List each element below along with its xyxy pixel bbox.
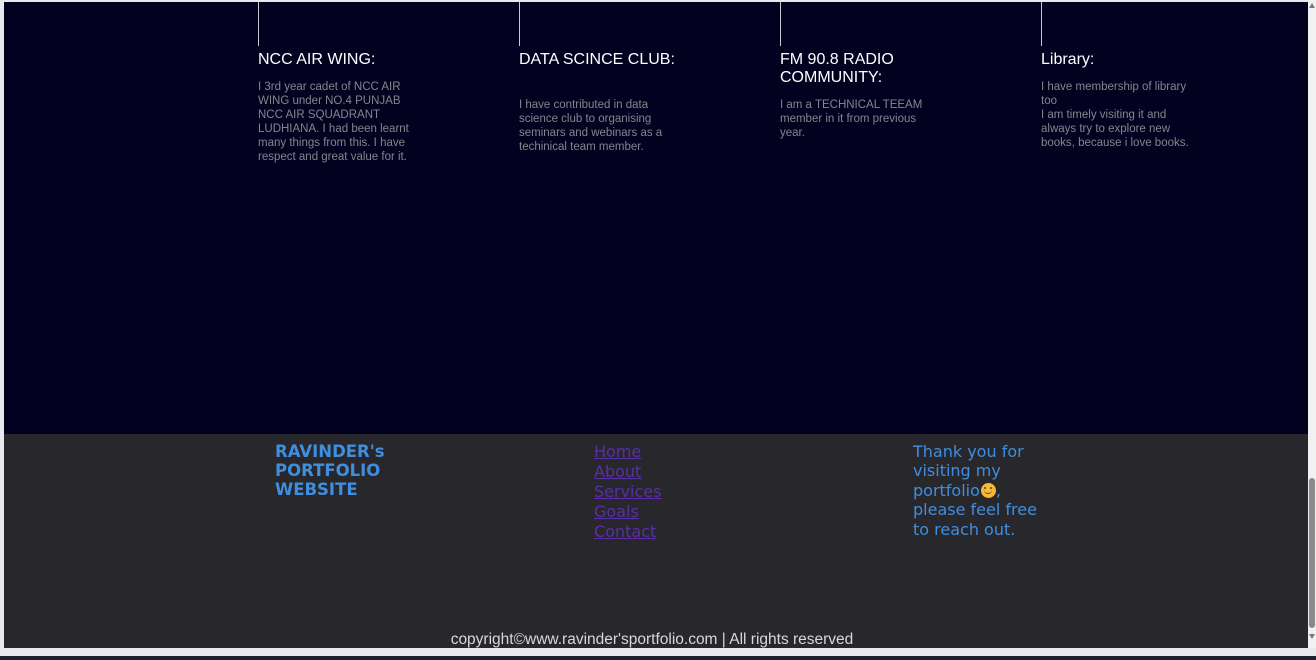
scrollbar-thumb[interactable] <box>1309 478 1315 628</box>
footer-brand: RAVINDER's PORTFOLIO WEBSITE <box>275 442 385 499</box>
activity-description: I am a TECHNICAL TEEAM member in it from… <box>780 99 923 139</box>
vertical-scrollbar[interactable] <box>1308 0 1316 648</box>
footer-link-contact[interactable]: Contact <box>594 522 656 541</box>
footer-link-about[interactable]: About <box>594 462 641 481</box>
activity-title: Library: <box>1041 51 1095 68</box>
footer-thanks-message: Thank you for visiting my portfolio, ple… <box>913 442 1043 539</box>
footer-nav-item: Contact <box>594 522 661 542</box>
divider-line <box>1041 2 1042 46</box>
copyright-text: copyright©www.ravinder'sportfolio.com | … <box>450 631 854 648</box>
activity-description: I have contributed in data science club … <box>519 99 663 153</box>
footer-nav-item: Home <box>594 442 661 462</box>
divider-line <box>780 2 781 46</box>
activity-title: FM 90.8 RADIO COMMUNITY: <box>780 51 894 86</box>
activity-title: NCC AIR WING: <box>258 51 376 68</box>
footer-link-goals[interactable]: Goals <box>594 502 639 521</box>
scroll-down-arrow-icon[interactable] <box>1309 634 1315 639</box>
footer-link-home[interactable]: Home <box>594 442 641 461</box>
page-viewport: NCC AIR WING: I 3rd year cadet of NCC AI… <box>4 2 1308 648</box>
copyright-notice: copyright©www.ravinder'sportfolio.com | … <box>4 631 1308 648</box>
footer-link-services[interactable]: Services <box>594 482 661 501</box>
smiley-face-icon <box>980 482 996 498</box>
divider-line <box>258 2 259 46</box>
footer-nav-item: Services <box>594 482 661 502</box>
scroll-up-arrow-icon[interactable] <box>1309 3 1315 8</box>
divider-line <box>519 2 520 46</box>
footer-nav-item: About <box>594 462 661 482</box>
activity-description: I 3rd year cadet of NCC AIR WING under N… <box>258 81 409 163</box>
activities-section: NCC AIR WING: I 3rd year cadet of NCC AI… <box>4 2 1308 434</box>
footer-nav-item: Goals <box>594 502 661 522</box>
taskbar-edge <box>0 656 1316 660</box>
activity-title: DATA SCINCE CLUB: <box>519 51 675 68</box>
footer-nav: Home About Services Goals Contact <box>594 442 661 542</box>
site-footer: RAVINDER's PORTFOLIO WEBSITE Home About … <box>4 434 1308 648</box>
thanks-text-start: Thank you for visiting my portfolio <box>913 442 1024 500</box>
activity-description: I have membership of library too I am ti… <box>1041 81 1189 149</box>
